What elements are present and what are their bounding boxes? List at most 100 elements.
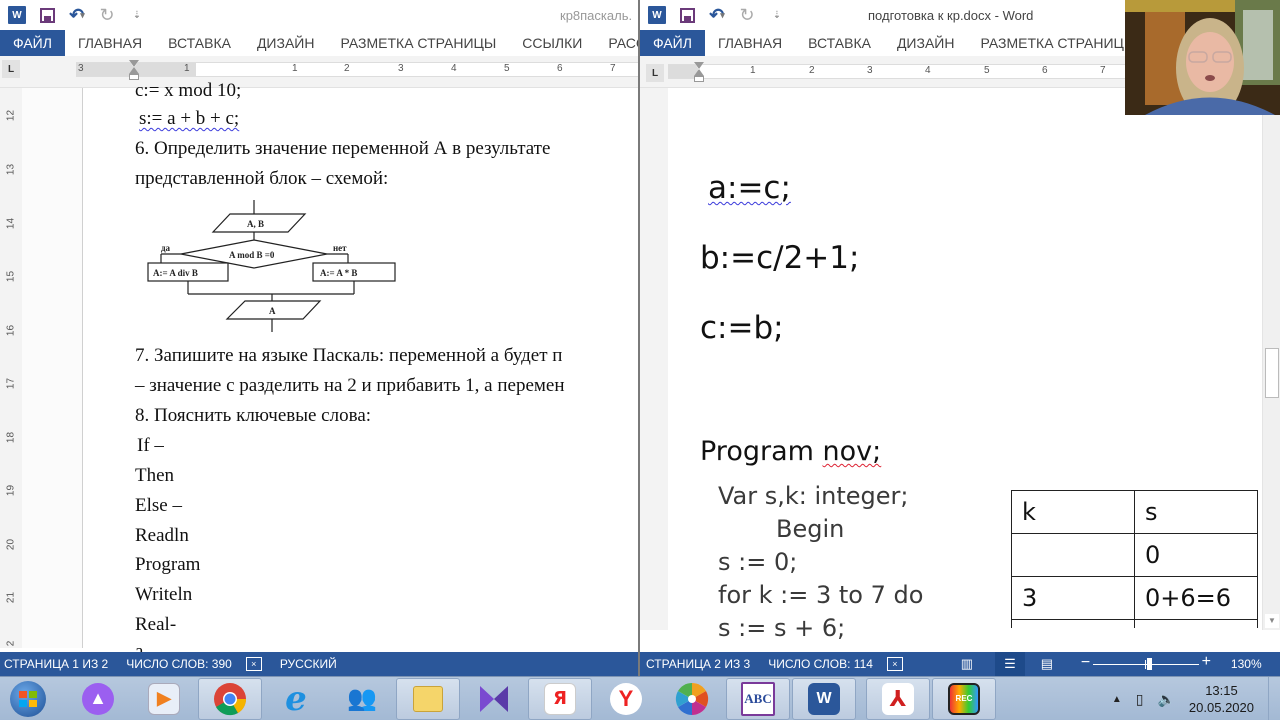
table-cell[interactable] xyxy=(1011,533,1135,577)
screen: W ↶ ▾ ↻ ⇣ кр8паскаль. ФАЙЛ ГЛАВНАЯ ВСТАВК… xyxy=(0,0,1280,720)
redo-button[interactable]: ↻ xyxy=(734,3,760,27)
taskbar-alice[interactable]: ▲ xyxy=(66,678,130,720)
status-bar-left: СТРАНИЦА 1 ИЗ 2 ЧИСЛО СЛОВ: 390 × РУССКИ… xyxy=(0,652,638,676)
taskbar-screen-recorder[interactable]: REC xyxy=(932,677,996,720)
start-button[interactable] xyxy=(4,678,52,720)
customize-qat-button[interactable]: ⇣ xyxy=(764,3,790,27)
tab-home[interactable]: ГЛАВНАЯ xyxy=(65,30,155,56)
table-header-cell[interactable]: s xyxy=(1134,490,1258,534)
page-count[interactable]: СТРАНИЦА 1 ИЗ 2 xyxy=(4,657,108,671)
chrome-icon xyxy=(214,682,247,715)
code-line: s := s + 6; xyxy=(718,614,846,642)
undo-dropdown-icon[interactable]: ▾ xyxy=(720,10,725,21)
proofing-icon[interactable]: × xyxy=(245,657,262,671)
taskbar-abc[interactable]: ABC xyxy=(726,677,790,720)
zoom-out-button[interactable]: − xyxy=(1081,654,1090,672)
word-count[interactable]: ЧИСЛО СЛОВ: 114 xyxy=(768,657,873,671)
yandex-icon: Y xyxy=(610,682,642,715)
tab-design[interactable]: ДИЗАЙН xyxy=(884,30,968,56)
vertical-scrollbar[interactable]: ▼ xyxy=(1262,88,1280,630)
abc-icon: ABC xyxy=(741,681,775,716)
taskbar-messenger[interactable]: 👥 xyxy=(330,678,394,720)
status-bar-right: СТРАНИЦА 2 ИЗ 3 ЧИСЛО СЛОВ: 114 × ▥ ☰ ▤ … xyxy=(640,652,1280,676)
indent-marker[interactable] xyxy=(129,60,139,82)
page-count[interactable]: СТРАНИЦА 2 ИЗ 3 xyxy=(646,657,750,671)
zoom-level[interactable]: 130% xyxy=(1231,657,1262,671)
language-indicator[interactable]: РУССКИЙ xyxy=(280,657,337,671)
word-app-icon[interactable]: W xyxy=(4,3,30,27)
web-layout-icon[interactable]: ▤ xyxy=(1037,654,1057,674)
vertical-ruler[interactable]: 12 13 14 15 16 17 18 19 20 21 2 xyxy=(0,88,22,648)
print-layout-icon[interactable]: ☰ xyxy=(994,652,1025,676)
table-cell[interactable]: 3 xyxy=(1011,576,1135,620)
doc-line: Readln xyxy=(135,525,189,546)
taskbar-kmplayer[interactable] xyxy=(462,678,526,720)
tab-home[interactable]: ГЛАВНАЯ xyxy=(705,30,795,56)
horizontal-ruler[interactable]: 3 1 1 2 3 4 5 6 7 xyxy=(76,62,640,77)
scrollbar-thumb[interactable] xyxy=(1265,348,1279,398)
tab-insert[interactable]: ВСТАВКА xyxy=(795,30,884,56)
proofing-icon[interactable]: × xyxy=(886,657,903,671)
table-cell[interactable]: 0+6=6 xyxy=(1134,576,1258,620)
taskbar-yandex-browser[interactable]: Я xyxy=(528,677,592,720)
tab-file[interactable]: ФАЙЛ xyxy=(0,30,65,56)
zoom-slider-thumb[interactable] xyxy=(1146,658,1152,670)
save-button[interactable] xyxy=(674,3,700,27)
doc-line: – значение c разделить на 2 и прибавить … xyxy=(135,375,565,396)
save-button[interactable] xyxy=(34,3,60,27)
table-row xyxy=(1011,619,1258,628)
tab-page-layout[interactable]: РАЗМЕТКА СТРАНИЦЫ xyxy=(327,30,509,56)
title-bar: W ↶ ▾ ↻ ⇣ кр8паскаль. xyxy=(0,0,640,30)
redo-button[interactable]: ↻ xyxy=(94,3,120,27)
doc-line: представленной блок – схемой: xyxy=(135,168,389,189)
taskbar-photo[interactable] xyxy=(660,678,724,720)
tab-selector[interactable]: L xyxy=(646,64,664,82)
trace-table[interactable]: k s 0 3 0+6=6 xyxy=(1011,490,1258,628)
clock-time: 13:15 xyxy=(1205,683,1238,698)
word-app-icon[interactable]: W xyxy=(644,3,670,27)
power-icon[interactable]: ▯ xyxy=(1136,691,1144,708)
word-count[interactable]: ЧИСЛО СЛОВ: 390 xyxy=(126,657,232,671)
document-area: c:= x mod 10; s:= a + b + c; 6. Определи… xyxy=(22,80,640,662)
acrobat-icon: ⅄ xyxy=(882,682,914,715)
tab-page-layout[interactable]: РАЗМЕТКА СТРАНИЦЫ xyxy=(967,30,1149,56)
table-header-row: k s xyxy=(1011,490,1258,534)
undo-dropdown-icon[interactable]: ▾ xyxy=(80,10,85,21)
undo-button[interactable]: ↶ ▾ xyxy=(704,3,730,27)
tab-design[interactable]: ДИЗАЙН xyxy=(244,30,328,56)
table-header-cell[interactable]: k xyxy=(1011,490,1135,534)
zoom-in-button[interactable]: + xyxy=(1202,653,1211,671)
tab-selector[interactable]: L xyxy=(2,60,20,78)
read-mode-icon[interactable]: ▥ xyxy=(957,654,977,674)
taskbar: ▲ ▶ e 👥 Я Y ABC W ⅄ REC ▲ ▯ 🔈 13:15 20.0… xyxy=(0,676,1280,720)
show-hidden-icons-button[interactable]: ▲ xyxy=(1112,694,1122,705)
tab-mailings[interactable]: РАСС xyxy=(595,30,640,56)
customize-qat-button[interactable]: ⇣ xyxy=(124,3,150,27)
volume-icon[interactable]: 🔈 xyxy=(1157,691,1174,708)
taskbar-media-player[interactable]: ▶ xyxy=(132,678,196,720)
quick-access-toolbar: W ↶ ▾ ↻ ⇣ xyxy=(0,3,150,27)
taskbar-internet-explorer[interactable]: e xyxy=(264,678,328,720)
show-desktop-button[interactable] xyxy=(1268,677,1280,720)
undo-button[interactable]: ↶ ▾ xyxy=(64,3,90,27)
taskbar-acrobat[interactable]: ⅄ xyxy=(866,677,930,720)
tab-references[interactable]: ССЫЛКИ xyxy=(509,30,595,56)
zoom-slider[interactable]: − + xyxy=(1081,653,1211,672)
doc-line: 8. Пояснить ключевые слова: xyxy=(135,405,372,426)
taskbar-chrome[interactable] xyxy=(198,677,262,720)
messenger-icon: 👥 xyxy=(347,685,377,712)
taskbar-yandex[interactable]: Y xyxy=(594,678,658,720)
system-tray: ▲ ▯ 🔈 13:15 20.05.2020 xyxy=(1112,677,1280,720)
tab-file[interactable]: ФАЙЛ xyxy=(640,30,705,56)
document-area: a:=c; b:=c/2+1; c:=b; Program nov; Var s… xyxy=(640,88,1280,642)
scroll-down-arrow-icon[interactable]: ▼ xyxy=(1265,614,1279,628)
table-cell[interactable]: 0 xyxy=(1134,533,1258,577)
document-page[interactable]: c:= x mod 10; s:= a + b + c; 6. Определи… xyxy=(82,80,640,662)
tab-insert[interactable]: ВСТАВКА xyxy=(155,30,244,56)
taskbar-explorer[interactable] xyxy=(396,677,460,720)
document-page[interactable]: a:=c; b:=c/2+1; c:=b; Program nov; Var s… xyxy=(668,88,1262,642)
indent-marker[interactable] xyxy=(694,62,704,84)
word-icon: W xyxy=(808,682,840,715)
clock[interactable]: 13:15 20.05.2020 xyxy=(1189,682,1254,716)
taskbar-word[interactable]: W xyxy=(792,677,856,720)
